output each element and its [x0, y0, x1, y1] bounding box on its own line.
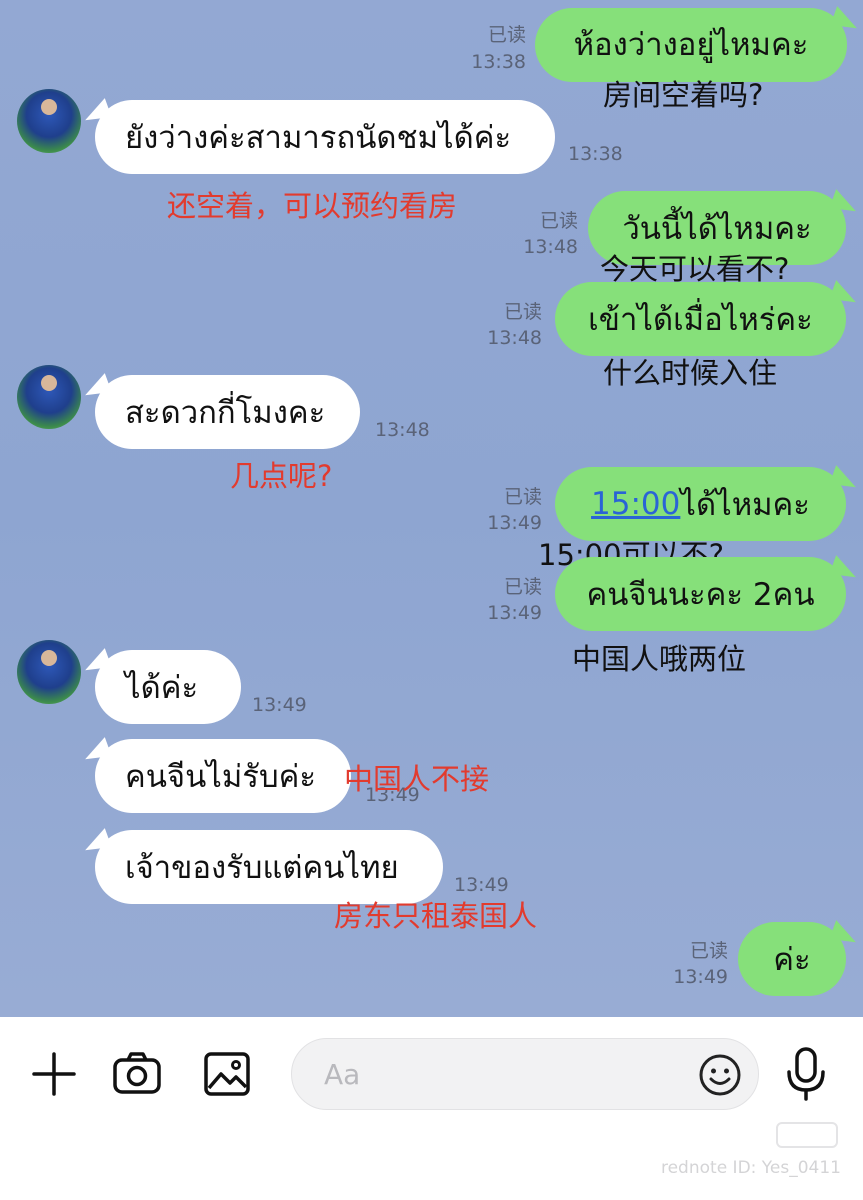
- translation-annotation: 几点呢?: [230, 459, 333, 493]
- message-time: 13:49: [487, 602, 542, 624]
- message-bubble-incoming[interactable]: คนจีนไม่รับค่ะ: [95, 739, 351, 813]
- read-receipt: 已读: [503, 486, 542, 508]
- message-text: ห้องว่างอยู่ไหมคะ: [573, 27, 809, 63]
- message-text: ยังว่างค่ะสามารถนัดชมได้ค่ะ: [125, 120, 512, 156]
- plus-icon[interactable]: [28, 1048, 80, 1100]
- message-bubble-incoming[interactable]: ยังว่างค่ะสามารถนัดชมได้ค่ะ: [95, 100, 555, 174]
- translation-annotation: 还空着，可以预约看房: [167, 189, 458, 223]
- image-icon[interactable]: [201, 1048, 253, 1100]
- message-bubble-outgoing[interactable]: ห้องว่างอยู่ไหมคะ: [535, 8, 847, 82]
- read-receipt: 已读: [689, 940, 728, 962]
- message-bubble-incoming[interactable]: ได้ค่ะ: [95, 650, 241, 724]
- message-text: สะดวกกี่โมงคะ: [125, 395, 326, 431]
- watermark: rednote ID: Yes_0411: [660, 1158, 841, 1178]
- camera-icon[interactable]: [111, 1048, 163, 1100]
- time-link[interactable]: 15:00: [591, 486, 680, 522]
- message-text: ได้ไหมคะ: [680, 487, 810, 523]
- watermark-logo: [776, 1122, 838, 1148]
- translation-annotation: 中国人不接: [344, 762, 490, 796]
- message-bubble-outgoing[interactable]: ค่ะ: [738, 922, 846, 996]
- translation-annotation: 什么时候入住: [603, 356, 778, 390]
- message-text: ค่ะ: [773, 942, 811, 978]
- message-time: 13:48: [375, 419, 430, 441]
- avatar[interactable]: [17, 89, 81, 153]
- chat-area[interactable]: 已读 13:38 ห้องว่างอยู่ไหมคะ 房间空着吗? ยังว่า…: [0, 0, 863, 1017]
- read-receipt: 已读: [539, 210, 578, 232]
- message-text: เจ้าของรับแต่คนไทย: [125, 850, 399, 886]
- translation-annotation: 房间空着吗?: [603, 78, 764, 112]
- message-text: ได้ค่ะ: [125, 670, 199, 706]
- message-time: 13:48: [487, 327, 542, 349]
- message-time: 13:49: [487, 512, 542, 534]
- message-bubble-outgoing[interactable]: 15:00 ได้ไหมคะ: [555, 467, 846, 541]
- read-receipt: 已读: [503, 576, 542, 598]
- avatar[interactable]: [17, 640, 81, 704]
- message-bubble-outgoing[interactable]: เข้าได้เมื่อไหร่คะ: [555, 282, 846, 356]
- read-receipt: 已读: [503, 301, 542, 323]
- translation-annotation: 房东只租泰国人: [334, 899, 538, 933]
- microphone-icon[interactable]: [782, 1046, 830, 1102]
- emoji-icon[interactable]: [698, 1053, 742, 1097]
- message-input[interactable]: Aa: [291, 1038, 759, 1110]
- message-text: คนจีนนะคะ 2คน: [586, 577, 815, 613]
- translation-annotation: 中国人哦两位: [572, 642, 747, 676]
- avatar[interactable]: [17, 365, 81, 429]
- message-time: 13:49: [673, 966, 728, 988]
- message-time: 13:48: [523, 236, 578, 258]
- message-bubble-incoming[interactable]: สะดวกกี่โมงคะ: [95, 375, 360, 449]
- input-placeholder: Aa: [324, 1058, 361, 1091]
- message-time: 13:38: [471, 51, 526, 73]
- message-text: คนจีนไม่รับค่ะ: [125, 759, 317, 795]
- message-time: 13:38: [568, 143, 623, 165]
- message-text: เข้าได้เมื่อไหร่คะ: [588, 302, 813, 338]
- read-receipt: 已读: [487, 24, 526, 46]
- message-time: 13:49: [252, 694, 307, 716]
- message-bubble-outgoing[interactable]: คนจีนนะคะ 2คน: [555, 557, 846, 631]
